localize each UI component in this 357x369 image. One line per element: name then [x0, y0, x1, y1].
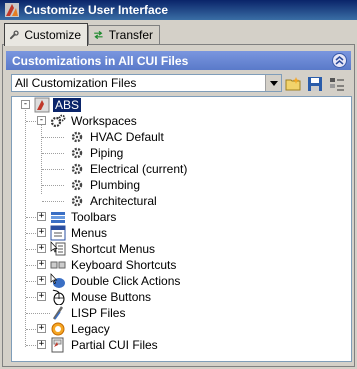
- tree-item-workspace-hvac[interactable]: HVAC Default: [69, 129, 166, 145]
- toolbar-icon: [50, 209, 66, 225]
- tree-item-double-click-actions-label: Double Click Actions: [71, 274, 181, 288]
- gear-icon: [69, 129, 85, 145]
- list-view-button[interactable]: [327, 74, 347, 93]
- open-file-icon: [285, 76, 301, 90]
- save-button[interactable]: [305, 74, 325, 93]
- tree-item-workspace-architectural[interactable]: Architectural: [69, 193, 159, 209]
- dropdown-button[interactable]: [265, 75, 281, 91]
- tree-item-shortcut-menus[interactable]: Shortcut Menus: [50, 241, 157, 257]
- tree-item-menus[interactable]: Menus: [50, 225, 109, 241]
- tree-item-workspace-electrical[interactable]: Electrical (current): [69, 161, 189, 177]
- tree-item-workspaces[interactable]: Workspaces: [50, 113, 139, 129]
- tree-item-workspace-plumbing-label: Plumbing: [90, 178, 141, 192]
- tree-item-shortcut-menus-label: Shortcut Menus: [71, 242, 156, 256]
- tree-item-workspaces-label: Workspaces: [71, 114, 137, 128]
- tree-item-legacy[interactable]: Legacy: [50, 321, 112, 337]
- expand-shortcut-menus-toggle[interactable]: +: [37, 244, 46, 253]
- chevron-down-icon: [269, 80, 278, 86]
- save-icon: [308, 76, 322, 91]
- open-file-button[interactable]: [284, 74, 304, 93]
- gear-icon: [69, 161, 85, 177]
- tree-item-workspace-plumbing[interactable]: Plumbing: [69, 177, 142, 193]
- tree-item-keyboard-shortcuts-label: Keyboard Shortcuts: [71, 258, 177, 272]
- shortcut-menu-icon: [50, 241, 66, 257]
- tree-item-workspace-piping[interactable]: Piping: [69, 145, 125, 161]
- expand-partial-cui-toggle[interactable]: +: [37, 340, 46, 349]
- double-click-icon: [50, 273, 66, 289]
- expand-keyboard-shortcuts-toggle[interactable]: +: [37, 260, 46, 269]
- partial-cui-icon: [50, 337, 66, 353]
- tree-item-partial-cui-files[interactable]: Partial CUI Files: [50, 337, 160, 353]
- expand-toolbars-toggle[interactable]: +: [37, 212, 46, 221]
- tab-transfer-label: Transfer: [108, 28, 153, 42]
- tree-item-mouse-buttons[interactable]: Mouse Buttons: [50, 289, 153, 305]
- tree-item-double-click-actions[interactable]: Double Click Actions: [50, 273, 182, 289]
- collapse-button[interactable]: [332, 53, 347, 68]
- tree-item-toolbars[interactable]: Toolbars: [50, 209, 118, 225]
- gear-icon: [69, 177, 85, 193]
- tree-item-mouse-buttons-label: Mouse Buttons: [71, 290, 152, 304]
- cui-file-select-value: All Customization Files: [15, 76, 137, 90]
- expand-menus-toggle[interactable]: +: [37, 228, 46, 237]
- list-view-icon: [330, 77, 344, 90]
- tree-item-partial-cui-files-label: Partial CUI Files: [71, 338, 158, 352]
- title-bar: Customize User Interface: [0, 0, 357, 20]
- expand-mouse-buttons-toggle[interactable]: +: [37, 292, 46, 301]
- tab-strip: Customize Transfer: [0, 23, 357, 46]
- wrench-icon: [9, 30, 19, 40]
- tree-item-workspace-electrical-label: Electrical (current): [90, 162, 188, 176]
- customize-panel: Customizations in All CUI Files All Cust…: [2, 44, 355, 367]
- section-header[interactable]: Customizations in All CUI Files: [6, 51, 351, 70]
- tab-customize-label: Customize: [24, 28, 81, 42]
- tab-transfer[interactable]: Transfer: [88, 25, 160, 44]
- tree-item-workspace-piping-label: Piping: [90, 146, 124, 160]
- lisp-icon: [50, 305, 66, 321]
- mouse-icon: [50, 289, 66, 305]
- keyboard-icon: [50, 257, 66, 273]
- expand-double-click-toggle[interactable]: +: [37, 276, 46, 285]
- customizations-tree[interactable]: - ABS - Workspaces HVAC Default Piping E…: [11, 96, 352, 362]
- gears-icon: [50, 113, 66, 129]
- app-icon: [5, 3, 19, 17]
- tree-root-abs[interactable]: ABS: [34, 97, 82, 113]
- tree-item-workspace-architectural-label: Architectural: [90, 194, 157, 208]
- tab-customize[interactable]: Customize: [4, 23, 88, 46]
- cui-file-select[interactable]: All Customization Files: [11, 74, 282, 92]
- tree-item-legacy-label: Legacy: [71, 322, 110, 336]
- cui-file-icon: [34, 97, 50, 113]
- tree-item-toolbars-label: Toolbars: [71, 210, 117, 224]
- menu-icon: [50, 225, 66, 241]
- transfer-arrows-icon: [94, 30, 103, 40]
- chevron-up-icon: [335, 56, 344, 65]
- gear-icon: [69, 145, 85, 161]
- collapse-workspaces-toggle[interactable]: -: [37, 116, 46, 125]
- window-title: Customize User Interface: [24, 3, 169, 17]
- tree-item-menus-label: Menus: [71, 226, 108, 240]
- expand-legacy-toggle[interactable]: +: [37, 324, 46, 333]
- tree-item-keyboard-shortcuts[interactable]: Keyboard Shortcuts: [50, 257, 178, 273]
- gear-icon: [69, 193, 85, 209]
- collapse-root-toggle[interactable]: -: [21, 100, 30, 109]
- section-header-title: Customizations in All CUI Files: [12, 53, 189, 68]
- tree-root-label: ABS: [53, 98, 82, 112]
- legacy-icon: [50, 321, 66, 337]
- tree-item-lisp-files-label: LISP Files: [71, 306, 126, 320]
- tree-item-workspace-hvac-label: HVAC Default: [90, 130, 164, 144]
- tree-item-lisp-files[interactable]: LISP Files: [50, 305, 127, 321]
